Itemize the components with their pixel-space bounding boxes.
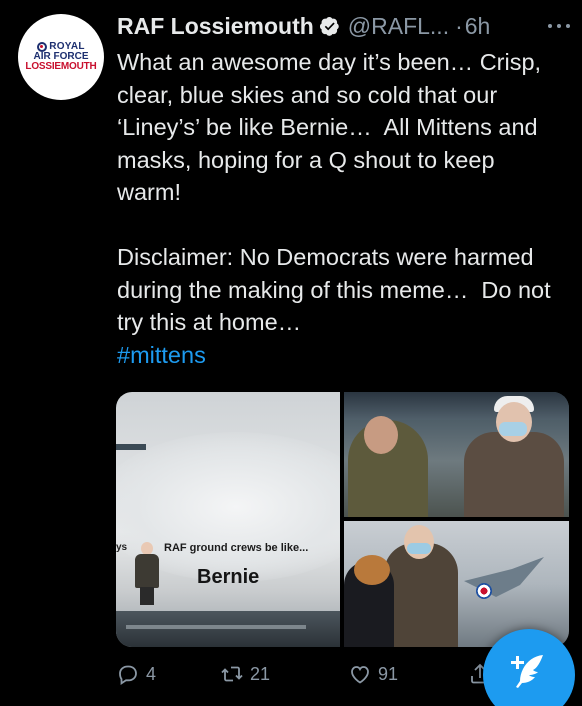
separator-dot: ·	[455, 12, 463, 39]
media-image-2[interactable]	[344, 392, 569, 517]
runway-ground	[116, 611, 340, 647]
avatar-text-royal: ROYAL	[49, 40, 85, 52]
like-count: 91	[378, 663, 399, 684]
tweet-text: What an awesome day it’s been… Crisp, cl…	[117, 46, 557, 371]
reply-count: 4	[146, 663, 157, 684]
tweet-header: RAF Lossiemouth @RAFL... · 6h	[117, 8, 572, 44]
retweet-button[interactable]: 21	[220, 662, 270, 686]
reply-button[interactable]: 4	[116, 662, 156, 686]
tweet-body: What an awesome day it’s been… Crisp, cl…	[117, 49, 551, 335]
hashtag-link[interactable]: #mittens	[117, 342, 206, 368]
tweet-actions: 4 21 91	[116, 662, 516, 690]
heart-icon	[351, 666, 369, 684]
jet-silhouette	[116, 444, 146, 450]
avatar-line-royal: ROYAL	[37, 40, 85, 52]
avatar-text-lossiemouth: LOSSIEMOUTH	[25, 61, 97, 72]
meme-caption-top: RAF ground crews be like...	[164, 542, 309, 554]
profile-avatar[interactable]: ROYAL AIR FORCE LOSSIEMOUTH	[18, 14, 104, 100]
raf-roundel	[476, 583, 492, 599]
tweet-media-grid: ys RAF ground crews be like... Bernie	[116, 392, 569, 647]
more-options-icon[interactable]	[546, 14, 572, 38]
author-handle[interactable]: @RAFL...	[348, 13, 449, 40]
retweet-icon	[221, 666, 243, 682]
bernie-figure	[132, 542, 162, 608]
image-edge-text: ys	[116, 542, 128, 553]
face-mask	[499, 422, 527, 436]
raf-roundel-logo-icon	[37, 41, 48, 52]
meme-caption-main: Bernie	[197, 566, 260, 588]
like-button[interactable]: 91	[348, 662, 398, 686]
author-name[interactable]: RAF Lossiemouth	[117, 13, 314, 40]
media-image-3[interactable]	[344, 521, 569, 647]
tweet-timestamp[interactable]: 6h	[465, 13, 491, 40]
compose-tweet-icon	[511, 655, 543, 688]
bernie-figure-2	[464, 432, 564, 517]
verified-badge-icon	[319, 17, 339, 36]
reply-icon	[119, 665, 137, 685]
media-image-1[interactable]: ys RAF ground crews be like... Bernie	[116, 392, 340, 647]
retweet-count: 21	[250, 663, 271, 684]
